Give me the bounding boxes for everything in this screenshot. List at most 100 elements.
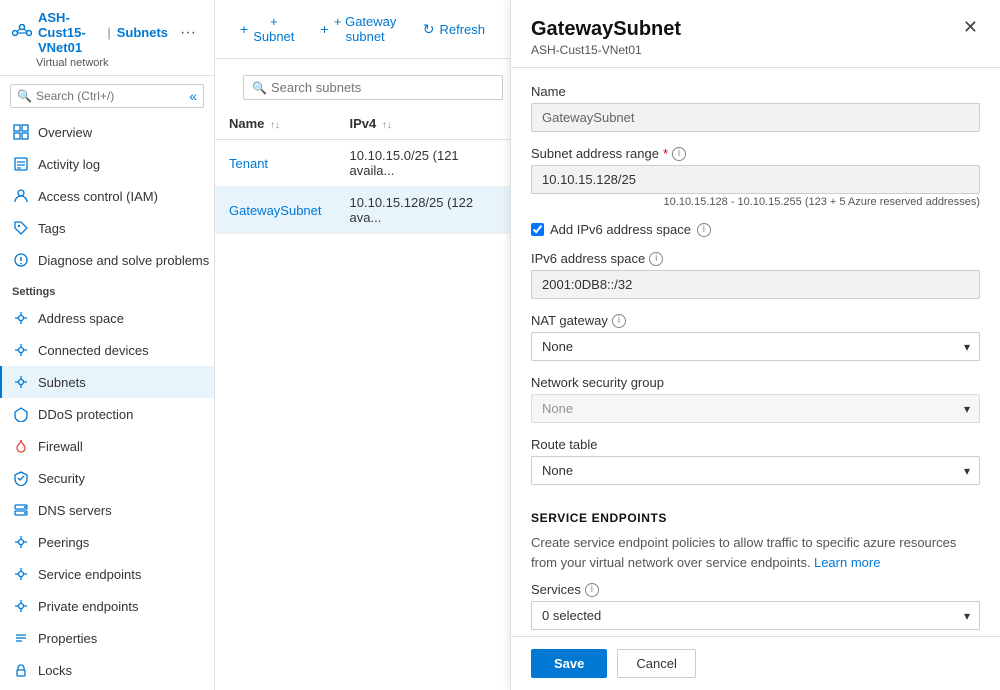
sidebar-resource-name: ASH-Cust15-VNet01 — [38, 10, 101, 55]
required-star: * — [663, 146, 668, 161]
panel-body: Name Subnet address range * i 10.10.15.1… — [511, 68, 1000, 636]
gateway-subnet-panel: GatewaySubnet ASH-Cust15-VNet01 ✕ Name S… — [510, 0, 1000, 690]
route-table-select-wrapper: None ▾ — [531, 456, 980, 485]
sidebar-item-private-endpoints[interactable]: Private endpoints — [0, 590, 214, 622]
overview-label: Overview — [38, 125, 92, 140]
add-subnet-icon: + — [240, 21, 248, 37]
address-space-label: Address space — [38, 311, 124, 326]
panel-close-button[interactable]: ✕ — [961, 18, 980, 36]
sidebar-item-address-space[interactable]: Address space — [0, 302, 214, 334]
dns-icon — [12, 501, 30, 519]
panel-header: GatewaySubnet ASH-Cust15-VNet01 ✕ — [511, 0, 1000, 68]
add-ipv6-label[interactable]: Add IPv6 address space — [550, 222, 691, 237]
sidebar-item-connected-devices[interactable]: Connected devices — [0, 334, 214, 366]
services-info-icon[interactable]: i — [585, 583, 599, 597]
panel-footer: Save Cancel — [511, 636, 1000, 690]
subnets-table: Name ↑↓ IPv4 ↑↓ Tenant 10.10.15.0/25 (12… — [215, 108, 510, 234]
gateway-link[interactable]: GatewaySubnet — [229, 203, 322, 218]
vnet-icon — [12, 24, 32, 42]
ipv6-space-info-icon[interactable]: i — [649, 252, 663, 266]
services-select[interactable]: 0 selected — [531, 601, 980, 630]
learn-more-link[interactable]: Learn more — [814, 555, 880, 570]
private-endpoints-icon — [12, 597, 30, 615]
name-field-group: Name — [531, 84, 980, 132]
add-ipv6-checkbox[interactable] — [531, 223, 544, 236]
refresh-button[interactable]: ↻ Refresh — [412, 15, 496, 44]
sidebar-search-icon: 🔍 — [17, 89, 32, 103]
ipv6-space-label: IPv6 address space i — [531, 251, 980, 266]
sidebar-item-security[interactable]: Security — [0, 462, 214, 494]
sidebar-item-overview[interactable]: Overview — [0, 116, 214, 148]
services-select-wrapper: 0 selected ▾ — [531, 601, 980, 630]
sidebar-item-dns[interactable]: DNS servers — [0, 494, 214, 526]
add-gateway-icon: + — [320, 21, 328, 37]
connected-devices-label: Connected devices — [38, 343, 149, 358]
tags-label: Tags — [38, 221, 65, 236]
subnet-search-input[interactable] — [271, 80, 494, 95]
firewall-label: Firewall — [38, 439, 83, 454]
properties-icon — [12, 629, 30, 647]
route-table-group: Route table None ▾ — [531, 437, 980, 485]
col-ipv4-label: IPv4 — [350, 116, 377, 131]
subnets-label: Subnets — [38, 375, 86, 390]
service-endpoints-desc: Create service endpoint policies to allo… — [531, 533, 980, 572]
row-gateway-ipv4: 10.10.15.128/25 (122 ava... — [336, 187, 510, 234]
sidebar-collapse-button[interactable]: « — [189, 88, 197, 104]
sidebar-search-input[interactable] — [36, 89, 187, 103]
cancel-button[interactable]: Cancel — [617, 649, 695, 678]
sidebar-item-tags[interactable]: Tags — [0, 212, 214, 244]
col-ipv4: IPv4 ↑↓ — [336, 108, 510, 140]
overview-icon — [12, 123, 30, 141]
add-ipv6-info-icon[interactable]: i — [697, 223, 711, 237]
sidebar-search-box[interactable]: 🔍 « — [10, 84, 204, 108]
sidebar-page-name: Subnets — [117, 25, 168, 40]
tenant-link[interactable]: Tenant — [229, 156, 268, 171]
sidebar-item-activity-log[interactable]: Activity log — [0, 148, 214, 180]
table-row[interactable]: Tenant 10.10.15.0/25 (121 availa... — [215, 140, 510, 187]
security-label: Security — [38, 471, 85, 486]
add-subnet-button[interactable]: + + Subnet — [229, 8, 305, 50]
row-tenant-ipv4: 10.10.15.0/25 (121 availa... — [336, 140, 510, 187]
col-name-label: Name — [229, 116, 264, 131]
ipv6-space-input[interactable] — [531, 270, 980, 299]
col-name: Name ↑↓ — [215, 108, 336, 140]
sidebar-item-diagnose[interactable]: Diagnose and solve problems — [0, 244, 214, 276]
save-button[interactable]: Save — [531, 649, 607, 678]
subnet-range-input[interactable] — [531, 165, 980, 194]
nsg-label: Network security group — [531, 375, 980, 390]
nat-gateway-select[interactable]: None — [531, 332, 980, 361]
sidebar: ASH-Cust15-VNet01 | Subnets ··· Virtual … — [0, 0, 215, 690]
activity-log-icon — [12, 155, 30, 173]
address-space-icon — [12, 309, 30, 327]
sidebar-nav: Overview Activity log Access control (IA… — [0, 116, 214, 690]
table-row[interactable]: GatewaySubnet 10.10.15.128/25 (122 ava..… — [215, 187, 510, 234]
add-subnet-label: + Subnet — [253, 14, 294, 44]
sidebar-item-firewall[interactable]: Firewall — [0, 430, 214, 462]
sidebar-item-locks[interactable]: Locks — [0, 654, 214, 686]
subnet-search-box[interactable]: 🔍 — [243, 75, 503, 100]
sidebar-item-subnets[interactable]: Subnets — [0, 366, 214, 398]
subnets-icon — [12, 373, 30, 391]
add-ipv6-checkbox-row: Add IPv6 address space i — [531, 222, 980, 237]
activity-log-label: Activity log — [38, 157, 100, 172]
diagnose-label: Diagnose and solve problems — [38, 253, 209, 268]
peerings-label: Peerings — [38, 535, 89, 550]
nat-gateway-info-icon[interactable]: i — [612, 314, 626, 328]
sidebar-item-access-control[interactable]: Access control (IAM) — [0, 180, 214, 212]
sidebar-more-button[interactable]: ··· — [174, 20, 202, 46]
col-ipv4-sort-icon[interactable]: ↑↓ — [382, 120, 392, 131]
sidebar-item-service-endpoints[interactable]: Service endpoints — [0, 558, 214, 590]
route-table-select[interactable]: None — [531, 456, 980, 485]
access-control-icon — [12, 187, 30, 205]
sidebar-item-peerings[interactable]: Peerings — [0, 526, 214, 558]
sidebar-item-properties[interactable]: Properties — [0, 622, 214, 654]
add-gateway-button[interactable]: + + Gateway subnet — [309, 8, 407, 50]
col-name-sort-icon[interactable]: ↑↓ — [270, 120, 280, 131]
monitoring-section-label: Monitoring — [0, 686, 214, 690]
main-toolbar: + + Subnet + + Gateway subnet ↻ Refresh — [215, 0, 510, 59]
panel-subtitle: ASH-Cust15-VNet01 — [531, 43, 681, 57]
subnet-range-label: Subnet address range * i — [531, 146, 980, 161]
subnet-range-info-icon[interactable]: i — [672, 147, 686, 161]
sidebar-item-ddos[interactable]: DDoS protection — [0, 398, 214, 430]
nsg-select: None — [531, 394, 980, 423]
